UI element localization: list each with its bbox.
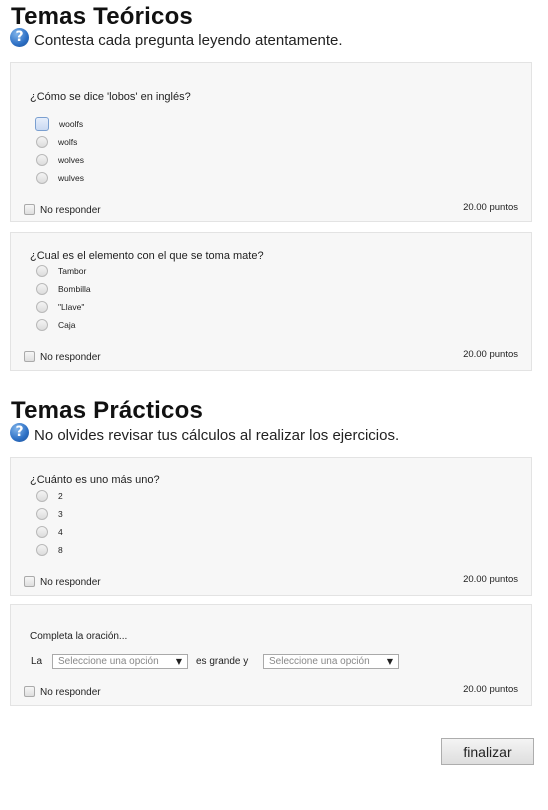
answer-option[interactable]: Bombilla xyxy=(36,281,91,297)
section-intro: ? No olvides revisar tus cálculos al rea… xyxy=(10,423,400,444)
question-card: Completa la oración... La Seleccione una… xyxy=(10,604,532,706)
no-answer-option[interactable]: No responder xyxy=(24,574,101,588)
question-text: ¿Cómo se dice 'lobos' en inglés? xyxy=(30,91,191,103)
option-label: Bombilla xyxy=(58,284,91,294)
section-intro: ? Contesta cada pregunta leyendo atentam… xyxy=(10,28,343,49)
chevron-down-icon: ▼ xyxy=(175,657,182,666)
answer-option[interactable]: Tambor xyxy=(36,263,86,279)
question-card: ¿Cómo se dice 'lobos' en inglés? woolfs … xyxy=(10,62,532,222)
option-label: wolves xyxy=(58,155,84,165)
section-intro-text: Contesta cada pregunta leyendo atentamen… xyxy=(34,32,343,49)
option-label: Caja xyxy=(58,320,76,330)
answer-select[interactable]: Seleccione una opción ▼ xyxy=(263,654,399,669)
option-label: wolfs xyxy=(58,137,78,147)
sentence-text-middle: es grande y xyxy=(196,656,249,667)
answer-option[interactable]: "Llave" xyxy=(36,299,84,315)
question-points: 20.00 puntos xyxy=(463,349,518,360)
no-answer-checkbox[interactable] xyxy=(24,685,35,697)
option-label: woolfs xyxy=(59,119,84,129)
answer-option[interactable]: wulves xyxy=(36,170,84,186)
answer-option[interactable]: 3 xyxy=(36,506,63,522)
no-answer-checkbox[interactable] xyxy=(24,203,35,215)
section-intro-text: No olvides revisar tus cálculos al reali… xyxy=(34,427,400,444)
question-card: ¿Cual es el elemento con el que se toma … xyxy=(10,232,532,371)
no-answer-label: No responder xyxy=(40,352,101,363)
question-text: ¿Cual es el elemento con el que se toma … xyxy=(30,250,264,262)
radio-button[interactable] xyxy=(36,301,48,313)
option-label: 3 xyxy=(58,509,63,519)
radio-button[interactable] xyxy=(36,490,48,502)
no-answer-checkbox[interactable] xyxy=(24,575,35,587)
section-title: Temas Teóricos xyxy=(11,3,193,30)
help-icon[interactable]: ? xyxy=(10,423,29,442)
radio-button[interactable] xyxy=(36,508,48,520)
section-title: Temas Prácticos xyxy=(11,397,203,424)
answer-option[interactable]: woolfs xyxy=(35,116,84,132)
finish-button[interactable]: finalizar xyxy=(441,738,534,765)
answer-option[interactable]: 2 xyxy=(36,488,63,504)
question-points: 20.00 puntos xyxy=(463,202,518,213)
option-label: wulves xyxy=(58,173,84,183)
question-text: Completa la oración... xyxy=(30,631,128,642)
option-label: 8 xyxy=(58,545,63,555)
answer-option[interactable]: 4 xyxy=(36,524,63,540)
question-card: ¿Cuánto es uno más uno? 2 3 4 8 No respo… xyxy=(10,457,532,596)
no-answer-option[interactable]: No responder xyxy=(24,349,101,363)
sentence-text-before: La xyxy=(31,656,43,667)
radio-button[interactable] xyxy=(36,283,48,295)
select-placeholder: Seleccione una opción xyxy=(58,656,159,667)
select-placeholder: Seleccione una opción xyxy=(269,656,370,667)
no-answer-label: No responder xyxy=(40,577,101,588)
answer-select[interactable]: Seleccione una opción ▼ xyxy=(52,654,188,669)
radio-button[interactable] xyxy=(35,117,49,131)
no-answer-option[interactable]: No responder xyxy=(24,684,101,698)
option-label: Tambor xyxy=(58,266,87,276)
no-answer-checkbox[interactable] xyxy=(24,350,35,362)
help-icon[interactable]: ? xyxy=(10,28,29,47)
radio-button[interactable] xyxy=(36,172,48,184)
answer-option[interactable]: 8 xyxy=(36,542,63,558)
question-text: ¿Cuánto es uno más uno? xyxy=(30,474,160,486)
option-label: "Llave" xyxy=(58,302,85,312)
radio-button[interactable] xyxy=(36,526,48,538)
answer-option[interactable]: Caja xyxy=(36,317,75,333)
no-answer-label: No responder xyxy=(40,687,101,698)
radio-button[interactable] xyxy=(36,319,48,331)
answer-option[interactable]: wolfs xyxy=(36,134,77,150)
option-label: 2 xyxy=(58,491,63,501)
radio-button[interactable] xyxy=(36,265,48,277)
radio-button[interactable] xyxy=(36,154,48,166)
no-answer-option[interactable]: No responder xyxy=(24,202,101,216)
question-points: 20.00 puntos xyxy=(463,574,518,585)
chevron-down-icon: ▼ xyxy=(386,657,393,666)
radio-button[interactable] xyxy=(36,544,48,556)
radio-button[interactable] xyxy=(36,136,48,148)
no-answer-label: No responder xyxy=(40,205,101,216)
option-label: 4 xyxy=(58,527,63,537)
answer-option[interactable]: wolves xyxy=(36,152,84,168)
question-points: 20.00 puntos xyxy=(463,684,518,695)
